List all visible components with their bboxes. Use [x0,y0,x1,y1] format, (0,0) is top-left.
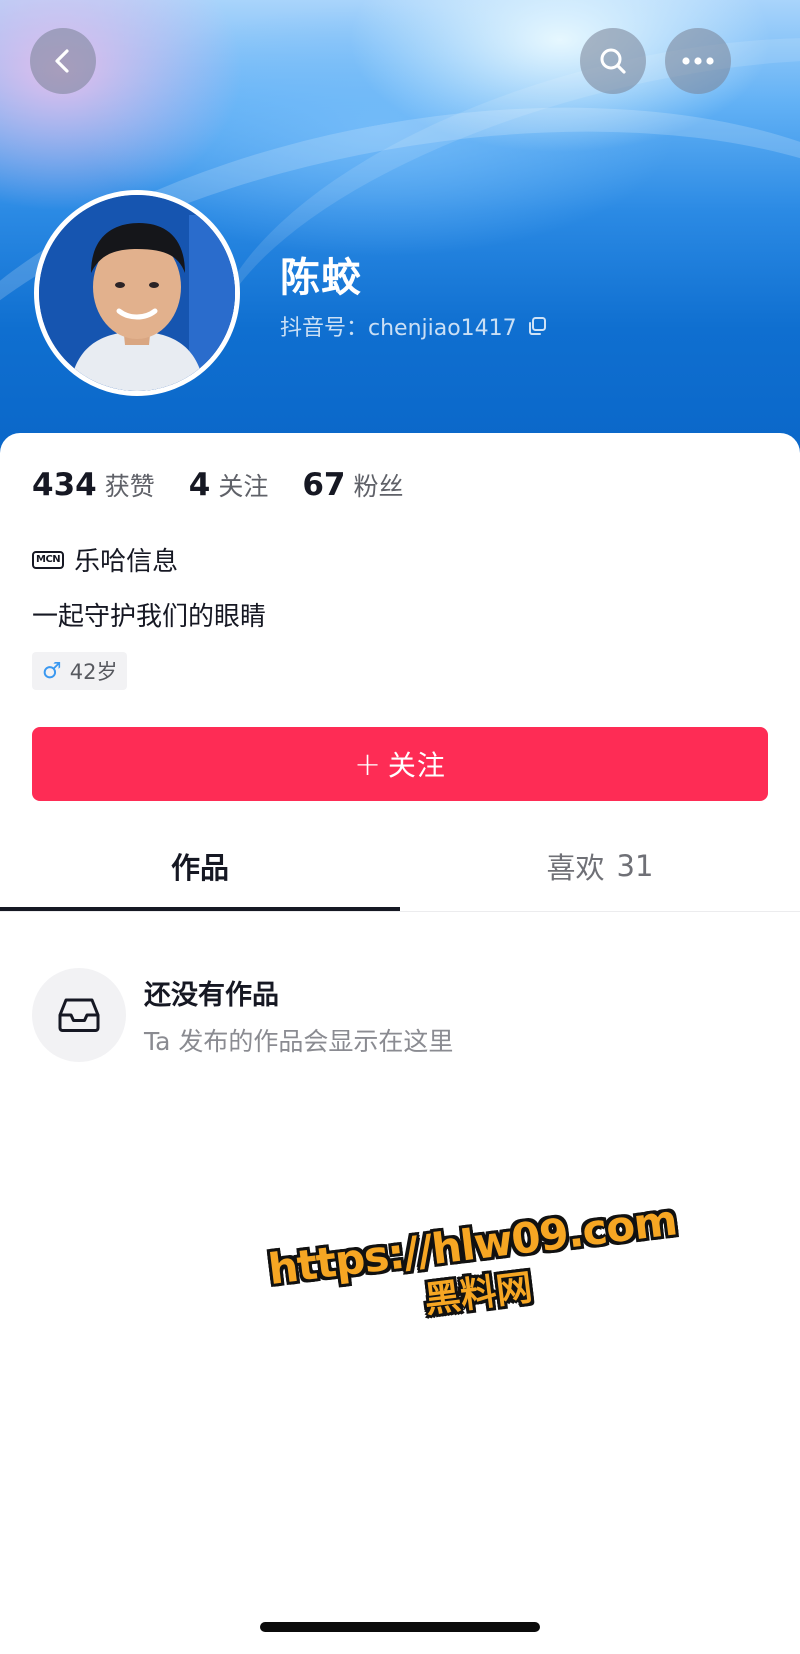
tab-likes[interactable]: 喜欢 31 [400,821,800,911]
age-tag: ♂ 42岁 [32,652,128,690]
profile-name: 陈蛟 [280,255,362,301]
stat-likes[interactable]: 434 获赞 [32,467,155,503]
stat-value: 4 [188,467,211,503]
tab-divider [0,911,800,912]
stat-label: 关注 [218,472,269,501]
chevron-left-icon [55,49,69,73]
profile-content: 434 获赞 4 关注 67 粉丝 MCN 乐哈信息 一起守护我们的眼睛 ♂ 4… [0,433,800,1654]
empty-state-title: 还没有作品 [144,979,279,1011]
organization-name: 乐哈信息 [74,547,179,577]
profile-bio: 一起守护我们的眼睛 [32,602,267,632]
age-text: 42岁 [69,660,118,684]
stats-row: 434 获赞 4 关注 67 粉丝 [32,467,437,503]
plus-icon: + [354,745,382,783]
stat-value: 67 [302,467,346,503]
empty-state-icon-wrap [32,968,126,1062]
search-icon [600,48,626,74]
tab-count: 31 [616,849,654,883]
mcn-organization[interactable]: MCN 乐哈信息 [32,541,178,578]
profile-banner: 陈蛟 抖音号：chenjiao1417 [0,0,800,470]
tab-label: 喜欢 [546,851,605,885]
male-icon: ♂ [42,658,62,684]
douyin-id[interactable]: 抖音号：chenjiao1417 [280,310,547,342]
copy-icon[interactable] [527,316,547,336]
empty-state: 还没有作品 Ta 发布的作品会显示在这里 [32,968,453,1062]
tab-works[interactable]: 作品 [0,821,400,911]
back-button[interactable] [30,28,96,94]
stat-followers[interactable]: 67 粉丝 [302,467,403,503]
avatar[interactable] [34,190,240,396]
search-button[interactable] [580,28,646,94]
stat-label: 获赞 [104,472,155,501]
tab-label: 作品 [170,851,229,885]
home-indicator[interactable] [260,1622,540,1632]
follow-button[interactable]: + 关注 [32,727,768,801]
inbox-icon [58,998,100,1032]
mcn-badge-icon: MCN [32,550,65,569]
empty-state-subtitle: Ta 发布的作品会显示在这里 [144,1026,454,1056]
more-dots-icon [682,57,714,65]
stat-following[interactable]: 4 关注 [189,467,269,503]
follow-button-label: 关注 [387,749,446,782]
content-tabs: 作品 喜欢 31 [0,821,800,913]
avatar-photo [39,195,235,391]
stat-label: 粉丝 [353,472,404,501]
more-button[interactable] [665,28,731,94]
empty-state-text: 还没有作品 Ta 发布的作品会显示在这里 [144,973,453,1058]
douyin-id-text: 抖音号：chenjiao1417 [280,316,517,341]
stat-value: 434 [32,467,97,503]
